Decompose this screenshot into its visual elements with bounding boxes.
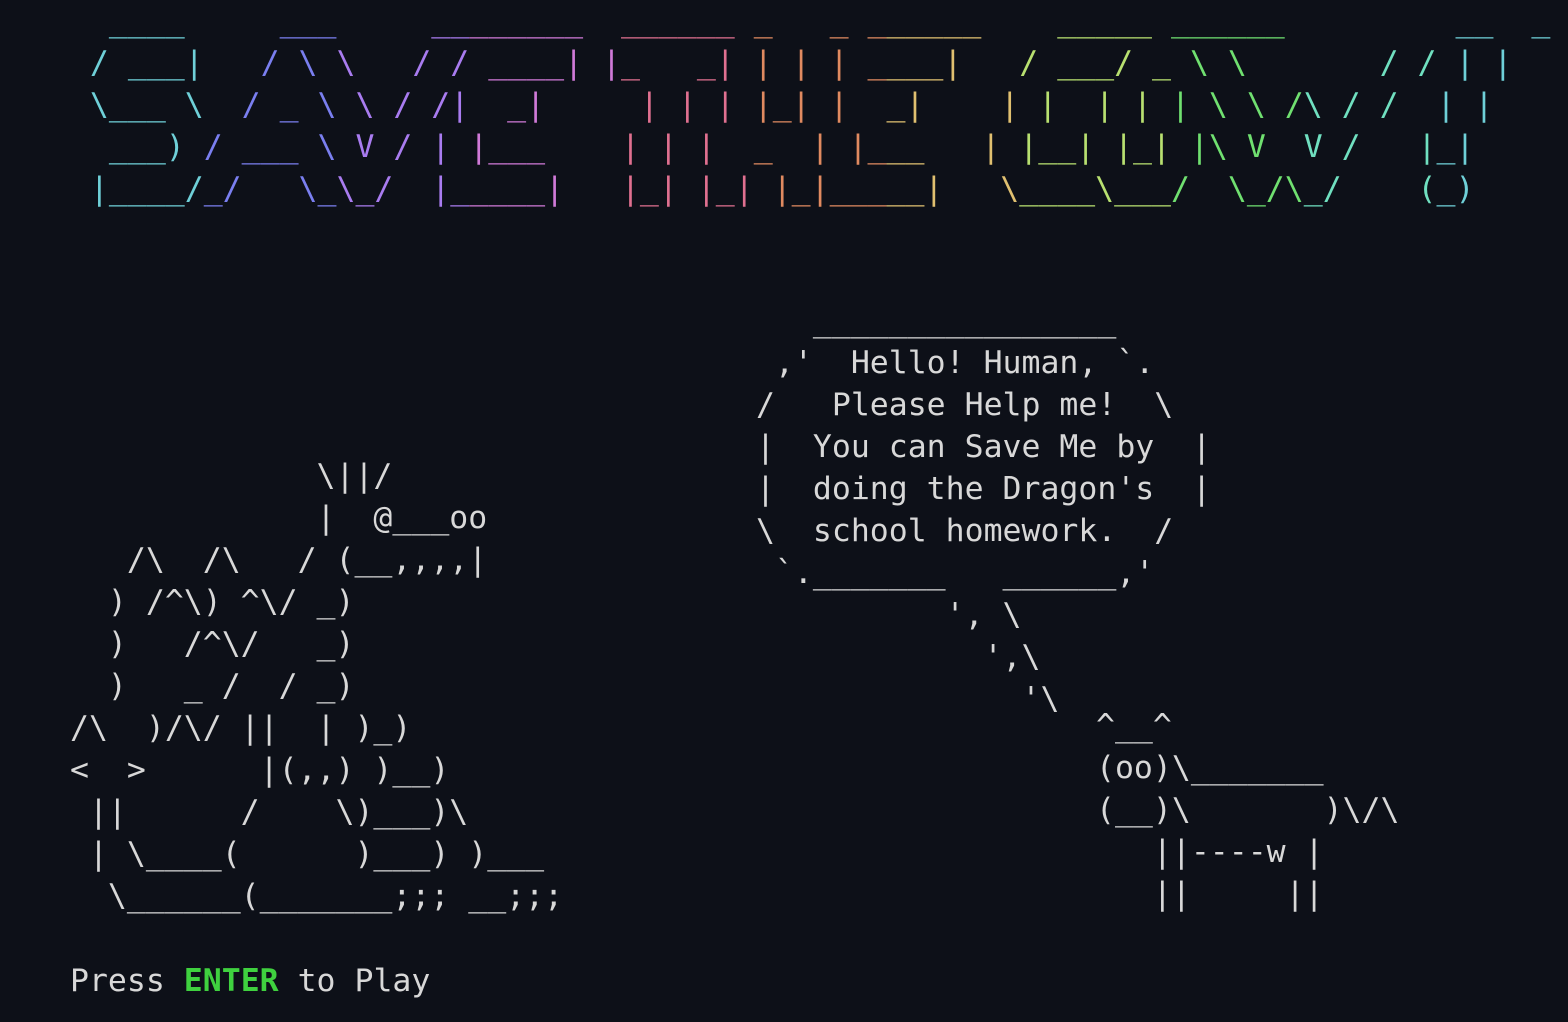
banner-line: ___) / ___ \ V / | |___ | | | _ | |___ |… xyxy=(52,129,1475,165)
speech-bubble-line: ',\ xyxy=(756,639,1041,675)
speech-bubble-line: `._______ ______,' xyxy=(756,555,1155,591)
speech-bubble-line: ', \ xyxy=(756,597,1022,633)
prompt-suffix: to Play xyxy=(278,963,431,999)
dragon-line: | @___oo xyxy=(70,500,488,536)
speech-bubble-line: '\ xyxy=(756,681,1060,717)
banner-line: |____/_/ \_\_/ |_____| |_| |_| |_|_____|… xyxy=(52,171,1475,207)
cow-line: ^__^ xyxy=(1096,708,1172,744)
cow-line: (__)\ )\/\ xyxy=(1096,792,1400,828)
dragon-line: ) _ / / _) xyxy=(70,668,355,704)
cow-line: || || xyxy=(1096,876,1324,912)
speech-bubble-line: \ school homework. / xyxy=(756,513,1174,549)
dragon-line: || / \)___)\ xyxy=(70,794,469,830)
dragon-line: | \____( )___) )___ xyxy=(70,836,545,872)
banner-line: ____ ___ ________ ______ _ _ ______ ____… xyxy=(52,3,1568,39)
speech-bubble-line: | doing the Dragon's | xyxy=(756,471,1212,507)
prompt-prefix: Press xyxy=(70,963,184,999)
banner-line: \___ \ / _ \ \ / /| _| | | | |_| | _| | … xyxy=(52,87,1494,123)
banner-line: / ___| / \ \ / / ____| |_ _| | | | ____|… xyxy=(52,45,1513,81)
cow-line: (oo)\_______ xyxy=(1096,750,1324,786)
speech-bubble-line: / Please Help me! \ xyxy=(756,387,1174,423)
dragon-line: ) /^\) ^\/ _) xyxy=(70,584,355,620)
speech-bubble-line: | You can Save Me by | xyxy=(756,429,1212,465)
speech-bubble-line: ________________ xyxy=(756,303,1117,339)
speech-bubble-line: ,' Hello! Human, `. xyxy=(756,345,1155,381)
dragon-line: /\ /\ / (__,,,,| xyxy=(70,542,488,578)
dragon-line: \||/ xyxy=(70,458,393,494)
game-screen: ____ ___ ________ ______ _ _ ______ ____… xyxy=(0,0,1568,1022)
start-prompt[interactable]: Press ENTER to Play xyxy=(70,960,430,1002)
dragon-line: ) /^\/ _) xyxy=(70,626,355,662)
dragon-line: \______(_______;;; __;;; xyxy=(70,878,564,914)
dragon-line: < > |(,,) )__) xyxy=(70,752,450,788)
cow-line: ||----w | xyxy=(1096,834,1324,870)
dragon-line: /\ )/\/ || | )_) xyxy=(70,710,412,746)
enter-key-label: ENTER xyxy=(183,963,279,999)
